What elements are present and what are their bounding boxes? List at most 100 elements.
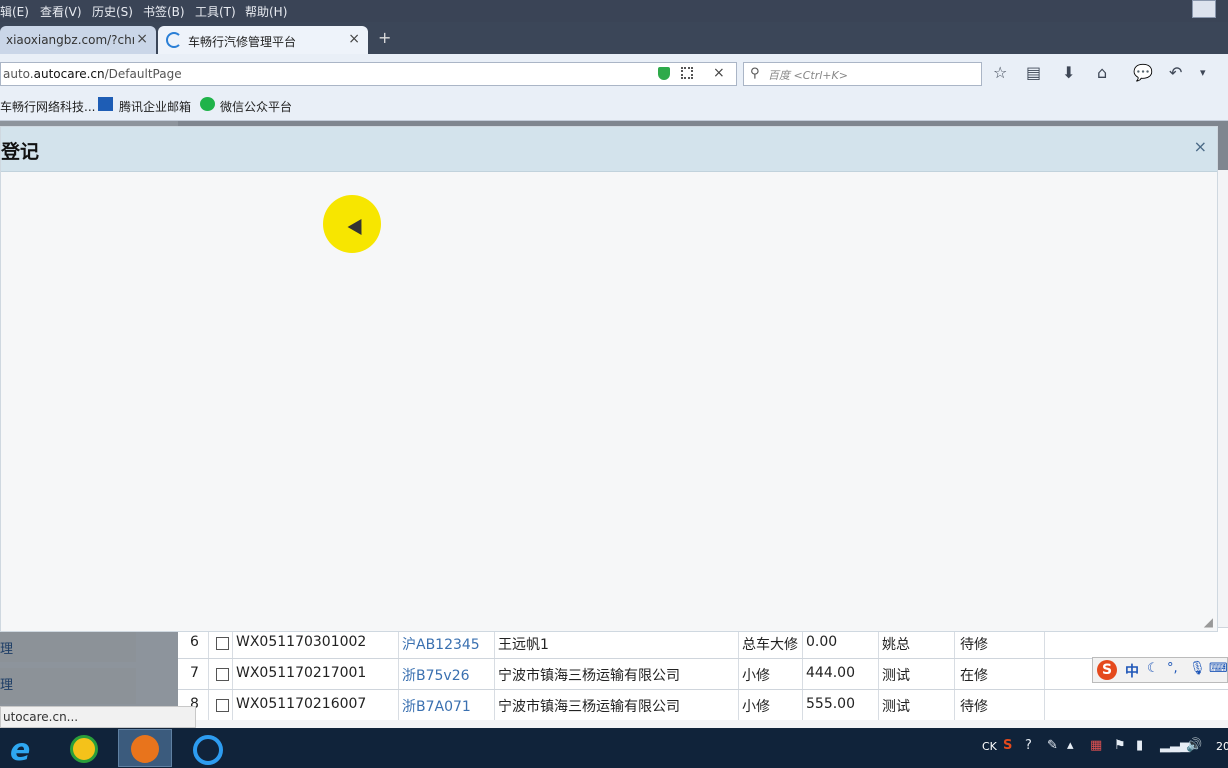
row-checkbox[interactable] xyxy=(216,637,229,650)
bookmark-tencent-mail[interactable]: 腾讯企业邮箱 xyxy=(119,98,191,115)
plate-link[interactable]: 浙B75v26 xyxy=(402,665,470,685)
tab-label: xiaoxiangbz.com/?chn xyxy=(6,33,134,47)
row-checkbox[interactable] xyxy=(216,699,229,712)
loading-icon xyxy=(166,32,182,48)
moon-icon[interactable]: ☾ xyxy=(1147,661,1159,676)
status: 待修 xyxy=(960,699,988,715)
menu-tools[interactable]: 工具(T) xyxy=(195,3,236,20)
resize-handle-icon[interactable]: ◢ xyxy=(1204,615,1213,629)
order-code: WX051170216007 xyxy=(236,696,367,712)
help-icon[interactable]: ? xyxy=(1025,738,1032,753)
menu-view[interactable]: 查看(V) xyxy=(40,3,82,20)
star-icon[interactable]: ☆ xyxy=(993,63,1007,82)
volume-icon[interactable]: 🔊 xyxy=(1186,738,1202,753)
order-code: WX051170301002 xyxy=(236,634,367,650)
handler: 测试 xyxy=(882,699,910,715)
download-icon[interactable]: ⬇ xyxy=(1062,63,1075,82)
repair-type: 小修 xyxy=(742,668,770,684)
modal-header[interactable]: 登记 × xyxy=(1,127,1217,172)
search-placeholder: 百度 <Ctrl+K> xyxy=(768,69,848,82)
punctuation-icon[interactable]: °, xyxy=(1167,661,1178,676)
reader-icon[interactable]: ▤ xyxy=(1026,63,1041,82)
register-modal: 登记 × ◢ xyxy=(0,126,1218,632)
modal-title: 登记 xyxy=(1,141,40,163)
repair-orders-table: 6 WX051170301002 沪AB12345 王远帆1 总车大修 0.00… xyxy=(178,627,1228,720)
tab-close-icon[interactable]: × xyxy=(348,31,360,47)
clock[interactable]: 20 xyxy=(1216,740,1228,753)
language-indicator[interactable]: CK xyxy=(982,740,997,753)
chevron-down-icon[interactable]: ▾ xyxy=(1200,66,1206,79)
chat-icon[interactable]: 💬 xyxy=(1133,63,1153,82)
ime-mode-toggle[interactable]: 中 xyxy=(1125,661,1139,681)
table-row[interactable]: 7 WX051170217001 浙B75v26 宁波市镇海三杨运输有限公司 小… xyxy=(178,658,1228,690)
wechat-icon xyxy=(200,97,215,111)
tab-autocare[interactable]: 车畅行汽修管理平台 × xyxy=(158,26,368,54)
tab-label: 车畅行汽修管理平台 xyxy=(188,35,297,49)
new-tab-button[interactable]: + xyxy=(378,28,391,47)
row-checkbox[interactable] xyxy=(216,668,229,681)
link-status-tooltip: utocare.cn... xyxy=(0,706,196,728)
bookmark-wechat-platform[interactable]: 微信公众平台 xyxy=(220,98,292,115)
address-bar[interactable]: auto.autocare.cn/DefaultPage × xyxy=(0,62,737,86)
sidebar-item[interactable]: 理 xyxy=(0,632,136,662)
shield-icon[interactable] xyxy=(658,67,670,80)
window-minimize-button[interactable] xyxy=(1192,0,1216,18)
qq-taskbar-button[interactable] xyxy=(180,729,234,767)
plate-link[interactable]: 浙B7A071 xyxy=(402,696,471,716)
order-code: WX051170217001 xyxy=(236,665,367,681)
ie-taskbar-button[interactable]: e xyxy=(0,729,54,768)
amount: 444.00 xyxy=(806,665,855,681)
menu-bookmarks[interactable]: 书签(B) xyxy=(143,3,185,20)
amount: 0.00 xyxy=(806,634,838,650)
firefox-icon xyxy=(131,735,159,763)
owner-name: 宁波市镇海三杨运输有限公司 xyxy=(498,699,680,715)
qq-browser-icon xyxy=(193,735,223,765)
360-browser-icon xyxy=(70,735,98,763)
url-text: auto.autocare.cn/DefaultPage xyxy=(3,67,182,81)
360-taskbar-button[interactable] xyxy=(58,729,112,767)
close-icon[interactable]: × xyxy=(1194,137,1207,156)
table-row[interactable]: 8 WX051170216007 浙B7A071 宁波市镇海三杨运输有限公司 小… xyxy=(178,689,1228,721)
microphone-icon[interactable]: 🎙 xyxy=(1189,661,1206,676)
home-icon[interactable]: ⌂ xyxy=(1097,63,1107,82)
security-tray-icon[interactable]: ▦ xyxy=(1090,738,1102,753)
search-input[interactable]: ⚲ 百度 <Ctrl+K> xyxy=(743,62,982,86)
repair-type: 总车大修 xyxy=(742,637,798,653)
bookmarks-bar: 车畅行网络科技... 腾讯企业邮箱 微信公众平台 xyxy=(0,92,1228,121)
magnifier-icon: ⚲ xyxy=(750,66,760,81)
handler: 姚总 xyxy=(882,637,910,653)
amount: 555.00 xyxy=(806,696,855,712)
keyboard-icon[interactable]: ⌨ xyxy=(1209,661,1228,676)
row-number: 6 xyxy=(190,634,199,650)
back-arrow-icon[interactable]: ↶ xyxy=(1169,63,1182,82)
ime-toolbar: S 中 ☾ °, 🎙 ⌨ xyxy=(1092,657,1228,683)
status-url: utocare.cn... xyxy=(3,710,79,724)
tab-bar: xiaoxiangbz.com/?chn × 车畅行汽修管理平台 × xyxy=(0,22,1228,54)
tab-close-icon[interactable]: × xyxy=(136,31,148,47)
bookmark-chechangxing[interactable]: 车畅行网络科技... xyxy=(0,98,95,115)
taskbar: e CK S ? ✎ ▴ ▦ ⚑ ▮ ▂▃▅ 🔊 20 xyxy=(0,728,1228,768)
ie-icon: e xyxy=(10,733,31,768)
menu-history[interactable]: 历史(S) xyxy=(92,3,133,20)
status: 待修 xyxy=(960,637,988,653)
qrcode-icon[interactable] xyxy=(681,67,693,79)
battery-icon[interactable]: ▮ xyxy=(1136,738,1143,753)
sidebar-item[interactable]: 理 xyxy=(0,668,136,704)
row-number: 7 xyxy=(190,665,199,681)
status: 在修 xyxy=(960,668,988,684)
clear-url-icon[interactable]: × xyxy=(713,65,725,81)
firefox-taskbar-button[interactable] xyxy=(118,729,172,767)
menu-help[interactable]: 帮助(H) xyxy=(245,3,287,20)
repair-type: 小修 xyxy=(742,699,770,715)
handler: 测试 xyxy=(882,668,910,684)
sogou-tray-icon[interactable]: S xyxy=(1003,738,1012,753)
sidebar-item-label: 理 xyxy=(0,678,14,693)
plate-link[interactable]: 沪AB12345 xyxy=(402,634,480,654)
sogou-logo-icon[interactable]: S xyxy=(1097,660,1117,680)
tab-xiaoxiang[interactable]: xiaoxiangbz.com/?chn × xyxy=(0,26,156,54)
sidebar-item-label: 理 xyxy=(0,642,14,657)
pen-icon[interactable]: ✎ xyxy=(1047,738,1058,753)
menu-edit[interactable]: 辑(E) xyxy=(0,3,29,20)
show-hidden-icons-icon[interactable]: ▴ xyxy=(1067,738,1074,753)
flag-icon[interactable]: ⚑ xyxy=(1114,738,1126,753)
